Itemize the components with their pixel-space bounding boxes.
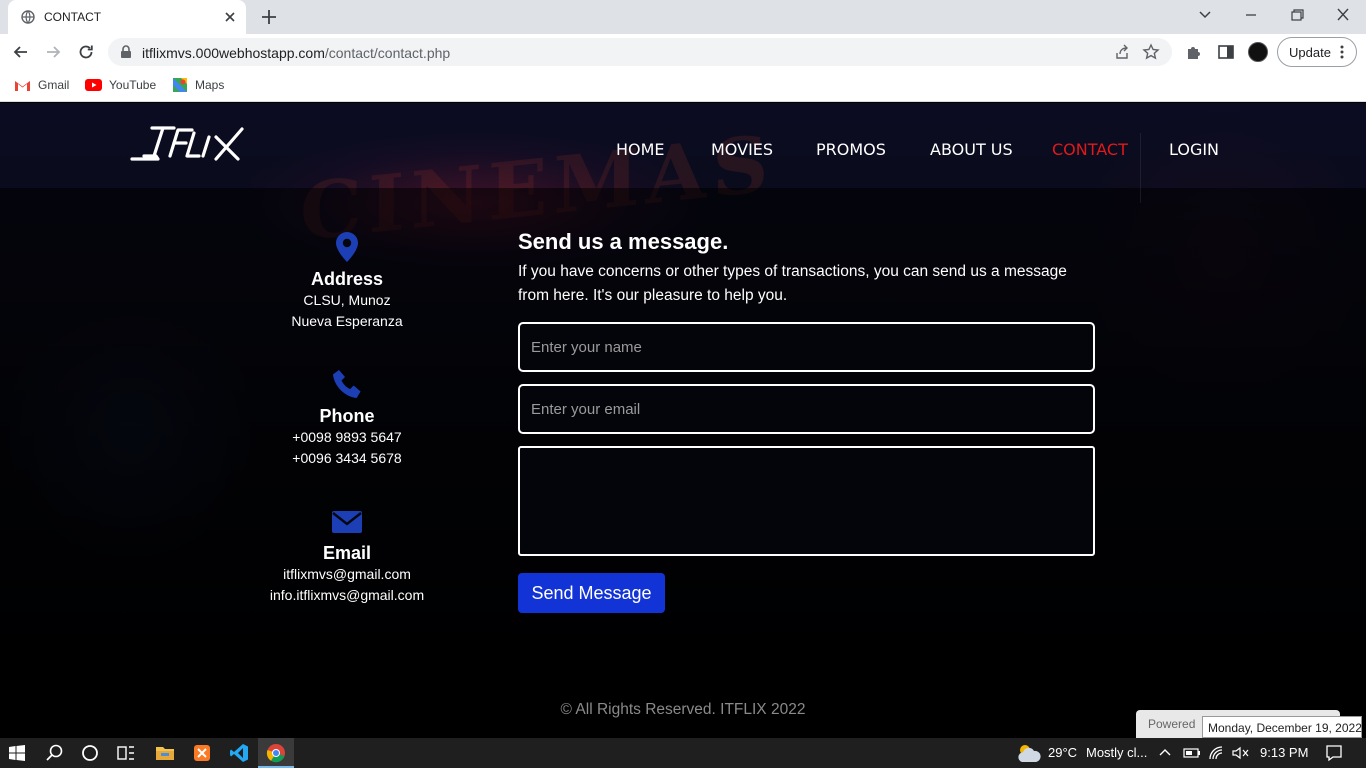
address-line-2: Nueva Esperanza [291, 313, 403, 329]
share-icon[interactable] [1114, 44, 1130, 60]
chevron-up-icon[interactable] [1158, 746, 1172, 760]
menu-dots-icon[interactable] [1340, 45, 1344, 59]
globe-icon [21, 10, 35, 24]
bookmarks-bar: Gmail YouTube Maps [0, 70, 1366, 102]
date-tooltip: Monday, December 19, 2022 [1202, 716, 1362, 738]
volume-muted-icon[interactable] [1231, 745, 1249, 761]
itflix-logo[interactable] [130, 125, 248, 161]
email-title: Email [322, 543, 372, 563]
address-title: Address [310, 269, 384, 289]
tab-title: CONTACT [44, 10, 102, 24]
address-line-1: CLSU, Munoz [303, 292, 391, 308]
profile-avatar[interactable] [1248, 42, 1268, 62]
tab-strip: CONTACT [0, 0, 1366, 34]
message-textarea[interactable] [518, 446, 1095, 556]
reload-icon[interactable] [77, 43, 95, 61]
nav-about-us[interactable]: ABOUT US [930, 140, 1013, 159]
url-host: itflixmvs.000webhostapp.com [142, 45, 325, 61]
youtube-icon [85, 79, 102, 91]
nav-login[interactable]: LOGIN [1169, 140, 1219, 159]
phone-line-2: +0096 3434 5678 [292, 450, 402, 466]
update-button[interactable]: Update [1277, 37, 1357, 67]
phone-block: Phone +0098 9893 5647 +0096 3434 5678 [247, 368, 447, 469]
bookmark-label: Maps [195, 78, 225, 92]
tab-search-chevron-icon[interactable] [1194, 6, 1216, 24]
battery-icon[interactable] [1183, 745, 1201, 761]
xampp-icon[interactable] [192, 743, 212, 763]
update-label: Update [1289, 44, 1331, 60]
phone-title: Phone [319, 406, 375, 426]
close-tab-icon[interactable] [222, 9, 238, 25]
email-line-1: itflixmvs@gmail.com [283, 566, 411, 582]
powered-label: Powered [1148, 717, 1196, 731]
phone-line-1: +0098 9893 5647 [292, 429, 402, 445]
windows-start-icon[interactable] [9, 745, 25, 761]
wifi-icon[interactable] [1208, 745, 1226, 761]
website: CINEMAS HOME MOVIES PROMOS ABOUT US CONT… [0, 103, 1366, 738]
chrome-icon[interactable] [266, 743, 286, 763]
side-panel-icon[interactable] [1217, 43, 1235, 61]
nav-divider [1140, 133, 1141, 203]
url-path: /contact/contact.php [324, 45, 451, 61]
task-view-icon[interactable] [116, 743, 136, 763]
forward-arrow-icon[interactable] [44, 43, 62, 61]
email-input[interactable] [518, 384, 1095, 434]
search-icon[interactable] [45, 743, 65, 763]
clock-time[interactable]: 9:13 PM [1260, 745, 1308, 760]
nav-movies[interactable]: MOVIES [711, 140, 773, 159]
address-block: Address CLSU, Munoz Nueva Esperanza [247, 231, 447, 332]
nav-home[interactable]: HOME [616, 140, 665, 159]
address-bar[interactable]: itflixmvs.000webhostapp.com/contact/cont… [108, 38, 1172, 66]
map-pin-icon [336, 232, 358, 262]
nav-contact[interactable]: CONTACT [1052, 140, 1128, 159]
form-description: If you have concerns or other types of t… [518, 263, 1067, 304]
notifications-icon[interactable] [1325, 744, 1343, 762]
windows-taskbar: 29°C Mostly cl... 9:13 PM [0, 738, 1366, 768]
bookmark-star-icon[interactable] [1142, 43, 1160, 61]
nav-promos[interactable]: PROMOS [816, 140, 886, 159]
weather-cloud-icon[interactable] [1015, 742, 1043, 764]
bookmark-youtube[interactable]: YouTube [85, 76, 156, 94]
bookmark-label: Gmail [38, 78, 70, 92]
email-block: Email itflixmvs@gmail.com info.itflixmvs… [247, 507, 447, 606]
url-text[interactable]: itflixmvs.000webhostapp.com/contact/cont… [142, 45, 450, 61]
close-window-icon[interactable] [1332, 6, 1354, 24]
minimize-icon[interactable] [1240, 6, 1262, 24]
new-tab-icon[interactable] [260, 8, 278, 26]
gmail-icon [15, 80, 30, 91]
weather-temp[interactable]: 29°C [1048, 745, 1077, 760]
email-line-2: info.itflixmvs@gmail.com [269, 587, 425, 603]
envelope-icon [332, 511, 362, 533]
phone-icon [333, 370, 361, 398]
bookmark-label: YouTube [109, 78, 157, 92]
bookmark-maps[interactable]: Maps [172, 76, 224, 94]
extensions-puzzle-icon[interactable] [1185, 43, 1203, 61]
lock-icon[interactable] [120, 45, 132, 59]
vscode-icon[interactable] [229, 743, 249, 763]
name-input[interactable] [518, 322, 1095, 372]
browser-tab[interactable]: CONTACT [8, 0, 246, 34]
file-explorer-icon[interactable] [155, 743, 175, 763]
back-arrow-icon[interactable] [12, 43, 30, 61]
restore-icon[interactable] [1286, 6, 1308, 24]
cortana-icon[interactable] [80, 743, 100, 763]
maps-icon [173, 78, 187, 92]
bookmark-gmail[interactable]: Gmail [14, 76, 69, 94]
browser-toolbar: itflixmvs.000webhostapp.com/contact/cont… [0, 34, 1366, 70]
weather-description[interactable]: Mostly cl... [1086, 745, 1147, 760]
form-title: Send us a message. [518, 229, 729, 254]
send-message-button[interactable]: Send Message [518, 573, 665, 613]
